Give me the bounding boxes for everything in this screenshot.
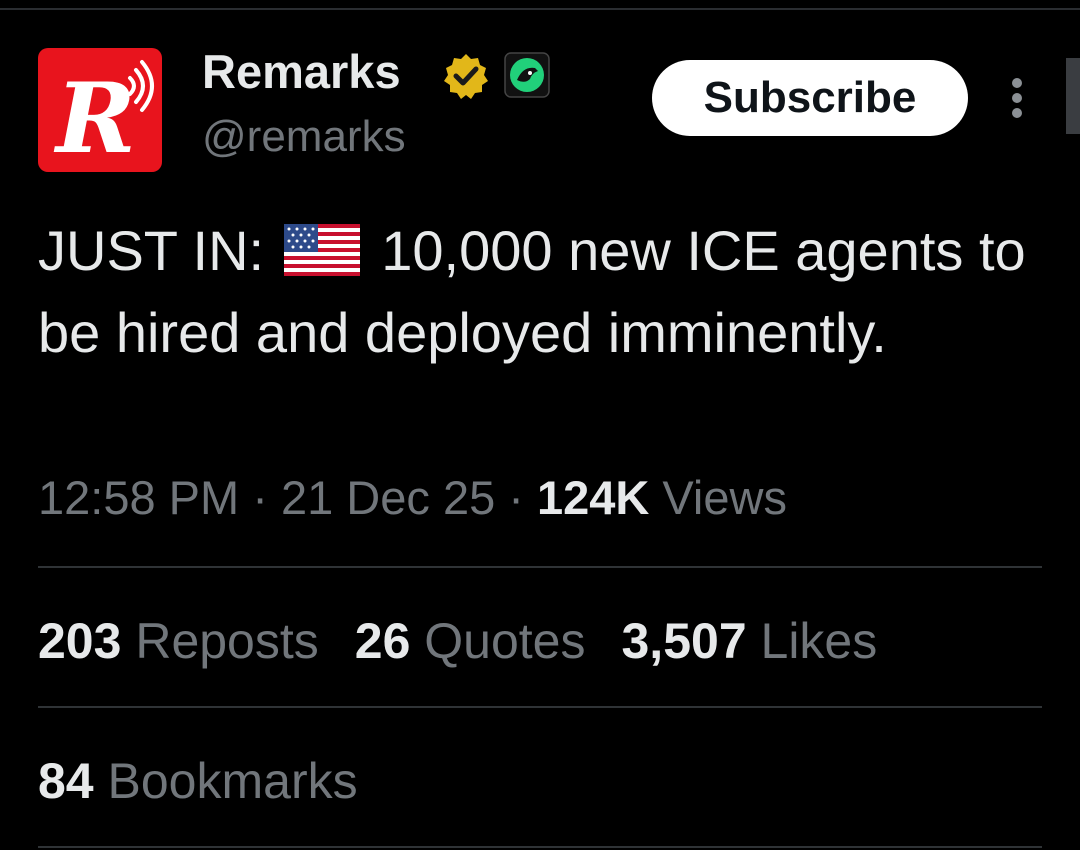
engagement-stats: 203 Reposts 26 Quotes 3,507 Likes — [38, 612, 913, 670]
tweet-text-prefix: JUST IN: — [38, 219, 280, 282]
author-name[interactable]: Remarks — [202, 44, 401, 99]
reposts-count: 203 — [38, 613, 122, 669]
tweet-meta: 12:58 PM · 21 Dec 25 · 124K Views — [38, 470, 787, 525]
subscribe-button[interactable]: Subscribe — [652, 60, 968, 136]
tweet-text: JUST IN: 10,000 new ICE agents to be hir… — [38, 210, 1038, 374]
meta-separator: · — [495, 471, 538, 524]
scrollbar[interactable] — [1066, 58, 1080, 134]
views-count[interactable]: 124K — [537, 471, 649, 524]
likes-label: Likes — [746, 613, 878, 669]
views-label[interactable]: Views — [649, 471, 787, 524]
bookmarks-stat[interactable]: 84 Bookmarks — [38, 752, 358, 810]
quotes-count: 26 — [354, 613, 411, 669]
author-handle[interactable]: @remarks — [202, 112, 406, 162]
tweet-time[interactable]: 12:58 PM — [38, 471, 239, 524]
tweet-date[interactable]: 21 Dec 25 — [281, 471, 495, 524]
divider — [38, 566, 1042, 568]
more-options-icon[interactable] — [1000, 76, 1034, 120]
likes-stat[interactable]: 3,507 Likes — [622, 613, 878, 669]
divider — [38, 846, 1042, 848]
bookmarks-label: Bookmarks — [93, 753, 358, 809]
verified-badge-icon[interactable] — [443, 53, 489, 99]
quotes-label: Quotes — [410, 613, 586, 669]
us-flag-icon — [283, 224, 360, 276]
reposts-stat[interactable]: 203 Reposts — [38, 613, 319, 669]
likes-count: 3,507 — [621, 613, 747, 669]
meta-separator: · — [239, 471, 281, 524]
avatar[interactable]: R — [38, 48, 162, 172]
remarks-logo-icon: R — [53, 60, 154, 172]
quotes-stat[interactable]: 26 Quotes — [355, 613, 586, 669]
reposts-label: Reposts — [121, 613, 319, 669]
divider — [38, 706, 1042, 708]
svg-text:R: R — [53, 62, 136, 172]
top-divider — [0, 8, 1080, 10]
affiliate-logo-icon[interactable] — [504, 52, 550, 98]
bookmarks-count: 84 — [38, 753, 94, 809]
